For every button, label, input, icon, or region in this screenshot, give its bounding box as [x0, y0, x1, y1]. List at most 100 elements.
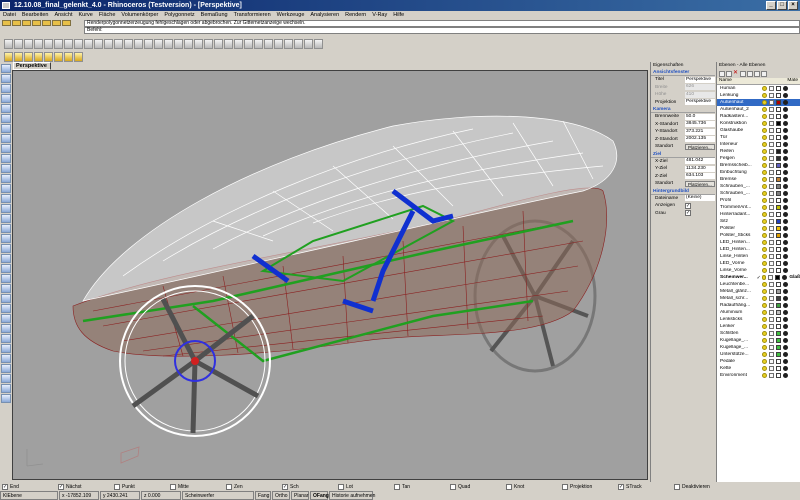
lock-icon[interactable] — [769, 177, 774, 182]
menu-werkzeuge[interactable]: Werkzeuge — [277, 11, 305, 20]
hide-icon[interactable] — [214, 39, 223, 49]
vray-frame-icon[interactable] — [24, 52, 33, 62]
lock-icon[interactable] — [769, 121, 774, 126]
visibility-bulb-icon[interactable] — [762, 261, 767, 266]
layer-row[interactable]: Bremsscheib... — [717, 162, 800, 169]
layer-row[interactable]: Reifen — [717, 148, 800, 155]
scale-icon[interactable] — [1, 344, 11, 353]
visibility-bulb-icon[interactable] — [762, 184, 767, 189]
zoom-icon[interactable] — [124, 39, 133, 49]
layer-color-swatch[interactable] — [776, 324, 781, 329]
visibility-bulb-icon[interactable] — [762, 177, 767, 182]
layer-name[interactable]: Trommel/Ant... — [717, 205, 757, 210]
array-icon[interactable] — [1, 364, 11, 373]
status-cplane[interactable]: KlEbene — [0, 491, 58, 500]
osnap-option[interactable]: Knot — [506, 483, 562, 490]
delete-layer-icon[interactable]: ✕ — [733, 70, 739, 77]
layer-row[interactable]: Linse_Hinten — [717, 253, 800, 260]
save-icon[interactable] — [24, 39, 33, 49]
visibility-bulb-icon[interactable] — [762, 198, 767, 203]
layer-name[interactable]: LED_Hinten... — [717, 240, 757, 245]
material-icon[interactable] — [783, 107, 788, 112]
layer-name[interactable]: Human — [717, 86, 757, 91]
lock-icon[interactable] — [769, 240, 774, 245]
menu-vray[interactable]: V-Ray — [372, 11, 387, 20]
menu-analysieren[interactable]: Analysieren — [310, 11, 339, 20]
visibility-bulb-icon[interactable] — [762, 156, 767, 161]
layer-row[interactable]: Hinterradant... — [717, 211, 800, 218]
visibility-bulb-icon[interactable] — [762, 240, 767, 245]
osnap-checkbox[interactable] — [506, 483, 512, 490]
lock-icon[interactable] — [769, 226, 774, 231]
visibility-bulb-icon[interactable] — [762, 247, 767, 252]
layer-color-swatch[interactable] — [776, 282, 781, 287]
lock-icon[interactable] — [769, 303, 774, 308]
layer-name[interactable]: Linse_Hinten — [717, 254, 757, 259]
layer-row[interactable]: Lenkung — [717, 92, 800, 99]
layer-color-swatch[interactable] — [776, 226, 781, 231]
visibility-bulb-icon[interactable] — [762, 219, 767, 224]
visibility-bulb-icon[interactable] — [762, 226, 767, 231]
light-icon[interactable] — [284, 39, 293, 49]
visibility-bulb-icon[interactable] — [762, 233, 767, 238]
layer-color-swatch[interactable] — [776, 240, 781, 245]
layer-row[interactable]: Pedale — [717, 358, 800, 365]
maximize-button[interactable]: □ — [777, 1, 787, 10]
visibility-bulb-icon[interactable] — [762, 142, 767, 147]
layer-name[interactable]: Kette — [717, 366, 757, 371]
layer-row[interactable]: Felgen — [717, 155, 800, 162]
render-icon[interactable] — [264, 39, 273, 49]
layer-name[interactable]: Kugellage_... — [717, 345, 757, 350]
osnap-option[interactable]: ✓ Sch — [282, 483, 338, 490]
viewport-tab-perspektive[interactable]: Perspektive — [13, 62, 51, 70]
tools-icon[interactable] — [761, 70, 767, 77]
osnap-option[interactable]: Tan — [394, 483, 450, 490]
menu-rendern[interactable]: Rendern — [345, 11, 366, 20]
material-icon[interactable] — [783, 296, 788, 301]
osnap-icon[interactable] — [42, 20, 51, 26]
layer-name[interactable]: Außenhaut — [717, 100, 757, 105]
osnap-option[interactable]: ✓ Nächst — [58, 483, 114, 490]
loft-icon[interactable] — [1, 194, 11, 203]
layer-row[interactable]: Interieur — [717, 141, 800, 148]
visibility-bulb-icon[interactable] — [762, 324, 767, 329]
material-icon[interactable] — [783, 226, 788, 231]
options-icon[interactable] — [304, 39, 313, 49]
revolve-icon[interactable] — [1, 214, 11, 223]
layer-row[interactable]: Schrauben_... — [717, 183, 800, 190]
layer-name[interactable]: Tür — [717, 135, 757, 140]
vray-render-icon[interactable] — [4, 52, 13, 62]
layer-row[interactable]: Bremse — [717, 176, 800, 183]
layer-name[interactable]: Polster — [717, 226, 757, 231]
layer-name[interactable]: Felgen — [717, 156, 757, 161]
osnap-checkbox[interactable] — [114, 483, 120, 490]
shade-icon[interactable] — [254, 39, 263, 49]
layer-row[interactable]: LED_Vorne — [717, 260, 800, 267]
layer-name[interactable]: Hinterradant... — [717, 212, 757, 217]
material-icon[interactable] — [783, 240, 788, 245]
target-section-header[interactable]: Ziel — [651, 151, 715, 158]
menu-datei[interactable]: Datei — [3, 11, 16, 20]
layer-color-swatch[interactable] — [776, 303, 781, 308]
visibility-bulb-icon[interactable] — [762, 268, 767, 273]
layer-name[interactable]: Aluminium — [717, 310, 757, 315]
layer-name[interactable]: Lenker — [717, 324, 757, 329]
visibility-bulb-icon[interactable] — [762, 352, 767, 357]
layer-color-swatch[interactable] — [776, 373, 781, 378]
visibility-bulb-icon[interactable] — [762, 100, 767, 105]
material-icon[interactable] — [783, 317, 788, 322]
redo-icon[interactable] — [94, 39, 103, 49]
camera-z-field[interactable]: 2002.135 — [685, 136, 715, 143]
layer-name[interactable]: Außenhaut_2 — [717, 107, 757, 112]
osnap-checkbox[interactable]: ✓ — [2, 483, 8, 490]
new-icon[interactable] — [4, 39, 13, 49]
background-section-header[interactable]: Hintergrundbild — [651, 188, 715, 195]
layer-color-swatch[interactable] — [776, 247, 781, 252]
open-icon[interactable] — [14, 39, 23, 49]
explode-icon[interactable] — [1, 304, 11, 313]
analyze-icon[interactable] — [1, 394, 11, 403]
arc-icon[interactable] — [1, 124, 11, 133]
target-place-button[interactable]: Platzieren... — [685, 180, 715, 187]
osnap-icon[interactable] — [12, 20, 21, 26]
vray-light-icon[interactable] — [44, 52, 53, 62]
